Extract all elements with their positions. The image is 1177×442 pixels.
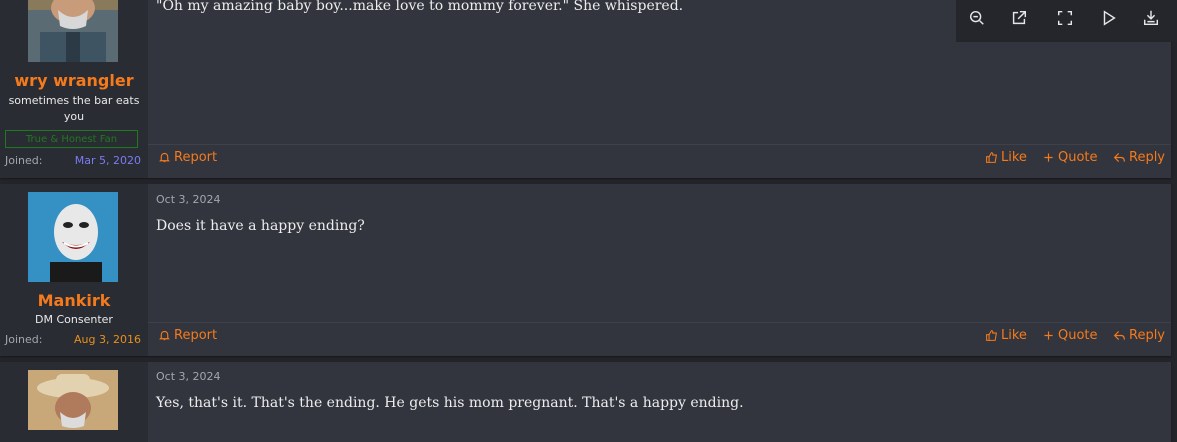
joined-date: Mar 5, 2020 <box>74 154 141 167</box>
post-3: Oct 3, 2024 Yes, that's it. That's the e… <box>0 362 1171 442</box>
divider <box>148 322 1171 323</box>
bell-icon <box>159 152 170 163</box>
image-toolbar <box>956 0 1177 42</box>
bell-icon <box>159 330 170 341</box>
thumbs-up-icon <box>986 330 997 341</box>
user-banner: True & Honest Fan <box>5 130 138 148</box>
avatar[interactable] <box>28 370 118 430</box>
reply-button[interactable]: Reply <box>1113 328 1165 343</box>
reply-label: Reply <box>1129 328 1166 343</box>
reply-icon <box>1113 331 1125 340</box>
quote-button[interactable]: Quote <box>1042 150 1098 165</box>
avatar[interactable] <box>28 192 118 282</box>
user-title: sometimes the bar eats you <box>8 94 140 123</box>
reply-button[interactable]: Reply <box>1113 150 1165 165</box>
user-title: DM Consenter <box>35 313 113 326</box>
download-icon <box>1143 10 1159 26</box>
download-button[interactable] <box>1142 9 1164 29</box>
quote-button[interactable]: Quote <box>1042 328 1098 343</box>
like-label: Like <box>1001 328 1027 343</box>
post-date[interactable]: Oct 3, 2024 <box>156 370 221 383</box>
zoom-out-icon <box>969 10 984 25</box>
post-message: Does it have a happy ending? <box>156 218 365 234</box>
post-message: "Oh my amazing baby boy...make love to m… <box>156 0 684 14</box>
open-external-button[interactable] <box>1010 9 1032 29</box>
fullscreen-icon <box>1057 10 1073 26</box>
divider <box>148 144 1171 145</box>
username[interactable]: wry wrangler <box>0 71 148 90</box>
joined-label: Joined: <box>5 333 43 346</box>
play-button[interactable] <box>1100 9 1122 29</box>
user-info-1: wry wrangler sometimes the bar eats you … <box>0 0 148 178</box>
report-label: Report <box>174 328 218 343</box>
joined-label: Joined: <box>5 154 43 167</box>
fullscreen-button[interactable] <box>1056 9 1078 29</box>
plus-icon <box>1044 331 1053 340</box>
plus-icon <box>1044 153 1053 162</box>
user-info-2: Mankirk DM Consenter Joined: Aug 3, 2016 <box>0 184 148 356</box>
post-message: Yes, that's it. That's the ending. He ge… <box>156 395 744 411</box>
open-external-icon <box>1012 10 1027 25</box>
quote-label: Quote <box>1058 328 1098 343</box>
thumbs-up-icon <box>986 152 997 163</box>
like-button[interactable]: Like <box>985 328 1027 343</box>
user-info-3 <box>0 362 148 442</box>
reply-icon <box>1113 153 1125 162</box>
post-2: Mankirk DM Consenter Joined: Aug 3, 2016… <box>0 184 1171 356</box>
play-icon <box>1103 10 1116 26</box>
like-label: Like <box>1001 150 1027 165</box>
post-date[interactable]: Oct 3, 2024 <box>156 193 221 206</box>
username[interactable]: Mankirk <box>0 291 148 310</box>
zoom-out-button[interactable] <box>968 9 990 29</box>
like-button[interactable]: Like <box>985 150 1027 165</box>
report-label: Report <box>174 150 218 165</box>
quote-label: Quote <box>1058 150 1098 165</box>
reply-label: Reply <box>1129 150 1166 165</box>
report-button[interactable]: Report <box>158 328 217 343</box>
report-button[interactable]: Report <box>158 150 217 165</box>
joined-date: Aug 3, 2016 <box>74 333 141 346</box>
avatar[interactable] <box>28 0 118 62</box>
